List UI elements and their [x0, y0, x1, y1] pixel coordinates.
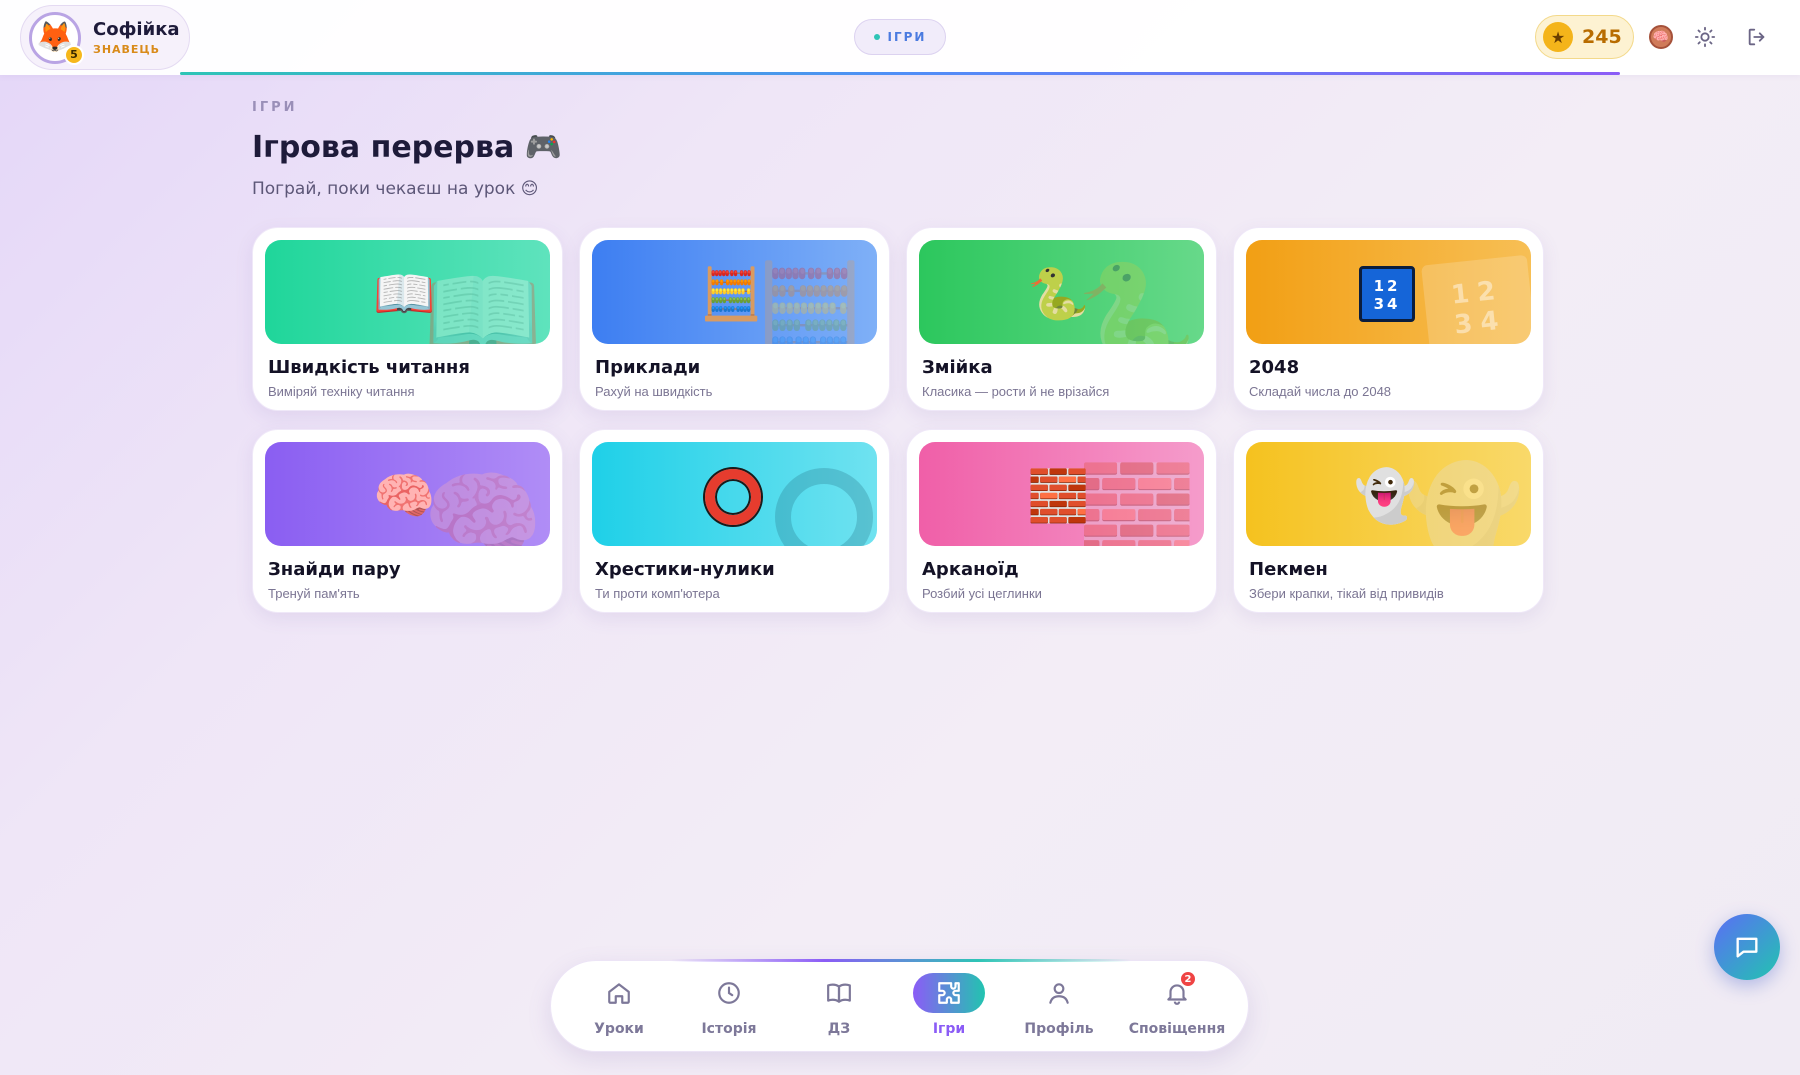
game-description: Виміряй техніку читання: [268, 384, 415, 399]
brain-icon: 🧠: [1649, 25, 1673, 49]
game-description: Ти проти комп'ютера: [595, 586, 720, 601]
game-title: 2048: [1249, 357, 1300, 378]
number-tile-icon: 12 34: [1359, 266, 1415, 322]
notification-count-badge: 2: [1179, 970, 1197, 988]
game-title: Змійка: [922, 357, 993, 378]
ring-icon: [705, 469, 761, 525]
book-icon: [803, 973, 875, 1013]
coins-value: 245: [1582, 26, 1622, 48]
game-title: Знайди пару: [268, 559, 401, 580]
user-profile-chip[interactable]: 🦊 5 Софійка ЗНАВЕЦЬ: [20, 5, 190, 70]
game-banner: 🐍 🐍: [919, 240, 1204, 344]
user-rank: ЗНАВЕЦЬ: [93, 43, 161, 56]
nav-item-notifications[interactable]: 2 Сповіщення: [1127, 970, 1227, 1043]
nav-label: ДЗ: [827, 1021, 851, 1037]
header-accent-line: [180, 72, 1620, 75]
nav-label: Сповіщення: [1128, 1021, 1226, 1037]
page-subtitle: Пограй, поки чекаєш на урок 😊: [252, 179, 539, 199]
ring-ghost-icon: [775, 468, 873, 546]
nav-item-history[interactable]: Історія: [679, 973, 779, 1043]
book-icon: 📖: [373, 265, 436, 323]
nav-item-games[interactable]: Ігри: [899, 973, 999, 1043]
status-dot: [873, 34, 880, 40]
chat-button[interactable]: [1714, 914, 1780, 980]
game-description: Класика — рости й не врізайся: [922, 384, 1110, 399]
nav-item-lessons[interactable]: Уроки: [569, 973, 669, 1043]
snake-ghost-icon: 🐍: [1077, 257, 1197, 344]
logout-button[interactable]: [1743, 23, 1771, 51]
game-banner: [592, 442, 877, 546]
number-tile-ghost-icon: 12 34: [1421, 254, 1531, 344]
user-name: Софійка: [93, 19, 180, 40]
nav-label: Уроки: [594, 1021, 644, 1037]
abacus-icon: 🧮: [700, 265, 763, 323]
ghost-icon: 👻: [1354, 467, 1417, 525]
snake-icon: 🐍: [1027, 265, 1090, 323]
game-card-examples[interactable]: 🧮 🧮 Приклади Рахуй на швидкість: [579, 227, 890, 411]
game-card-2048[interactable]: 12 34 12 34 2048 Складай числа до 2048: [1233, 227, 1544, 411]
game-banner: 🧱 🧱: [919, 442, 1204, 546]
game-card-snake[interactable]: 🐍 🐍 Змійка Класика — рости й не врізайся: [906, 227, 1217, 411]
current-section-pill: ІГРИ: [854, 19, 946, 55]
user-icon: [1023, 973, 1095, 1013]
games-section: ІГРИ Ігрова перерва 🎮 Пограй, поки чекає…: [252, 100, 1552, 199]
nav-item-profile[interactable]: Профіль: [1009, 973, 1109, 1043]
game-banner: 👻 👻: [1246, 442, 1531, 546]
game-banner: 🧠 🧠: [265, 442, 550, 546]
book-ghost-icon: 📖: [423, 257, 543, 344]
game-banner: 12 34 12 34: [1246, 240, 1531, 344]
ghost-ghost-icon: 👻: [1404, 459, 1524, 546]
clock-icon: [693, 973, 765, 1013]
coins-balance[interactable]: ★ 245: [1535, 15, 1634, 59]
game-banner: 🧮 🧮: [592, 240, 877, 344]
chat-bubble-icon: [1736, 937, 1758, 958]
game-card-tic-tac-toe[interactable]: Хрестики-нулики Ти проти комп'ютера: [579, 429, 890, 613]
game-banner: 📖 📖: [265, 240, 550, 344]
theme-toggle-button[interactable]: [1691, 23, 1719, 51]
game-title: Хрестики-нулики: [595, 559, 775, 580]
game-title: Швидкість читання: [268, 357, 470, 378]
game-title: Пекмен: [1249, 559, 1328, 580]
bottom-navigation: Уроки Історія ДЗ Ігри Профіль 2 Сповіщен…: [550, 959, 1249, 1052]
game-description: Збери крапки, тікай від привидів: [1249, 586, 1444, 601]
logout-icon: [1748, 28, 1765, 46]
section-eyebrow: ІГРИ: [252, 100, 298, 115]
game-description: Тренуй пам'ять: [268, 586, 360, 601]
abacus-ghost-icon: 🧮: [750, 257, 870, 344]
game-description: Розбий усі цеглинки: [922, 586, 1042, 601]
level-badge: 5: [64, 44, 84, 65]
nav-item-homework[interactable]: ДЗ: [789, 973, 889, 1043]
section-pill-label: ІГРИ: [887, 30, 927, 44]
game-description: Складай числа до 2048: [1249, 384, 1392, 399]
brain-icon: 🧠: [373, 467, 436, 525]
bricks-icon: 🧱: [1027, 467, 1090, 525]
nav-accent-line: [671, 959, 1131, 962]
game-title: Приклади: [595, 357, 701, 378]
game-title: Арканоїд: [922, 559, 1019, 580]
home-icon: [583, 973, 655, 1013]
games-grid: 📖 📖 Швидкість читання Виміряй техніку чи…: [252, 227, 1544, 613]
puzzle-icon: [913, 973, 985, 1013]
star-coin-icon: ★: [1543, 22, 1573, 52]
nav-label: Історія: [701, 1021, 757, 1037]
game-description: Рахуй на швидкість: [595, 384, 713, 399]
avatar: 🦊 5: [29, 11, 84, 65]
game-card-memory[interactable]: 🧠 🧠 Знайди пару Тренуй пам'ять: [252, 429, 563, 613]
nav-label: Ігри: [932, 1021, 966, 1037]
game-card-pacman[interactable]: 👻 👻 Пекмен Збери крапки, тікай від приви…: [1233, 429, 1544, 613]
brain-ghost-icon: 🧠: [423, 459, 543, 546]
sun-icon: [1694, 26, 1716, 48]
page-title: Ігрова перерва 🎮: [252, 130, 562, 165]
bricks-ghost-icon: 🧱: [1077, 459, 1197, 546]
game-card-reading-speed[interactable]: 📖 📖 Швидкість читання Виміряй техніку чи…: [252, 227, 563, 411]
bell-icon: 2: [1141, 970, 1213, 1013]
top-bar: 🦊 5 Софійка ЗНАВЕЦЬ ІГРИ ★ 245 🧠: [0, 0, 1800, 75]
game-card-arkanoid[interactable]: 🧱 🧱 Арканоїд Розбий усі цеглинки: [906, 429, 1217, 613]
nav-label: Профіль: [1024, 1021, 1094, 1037]
brain-button[interactable]: 🧠: [1647, 23, 1675, 51]
